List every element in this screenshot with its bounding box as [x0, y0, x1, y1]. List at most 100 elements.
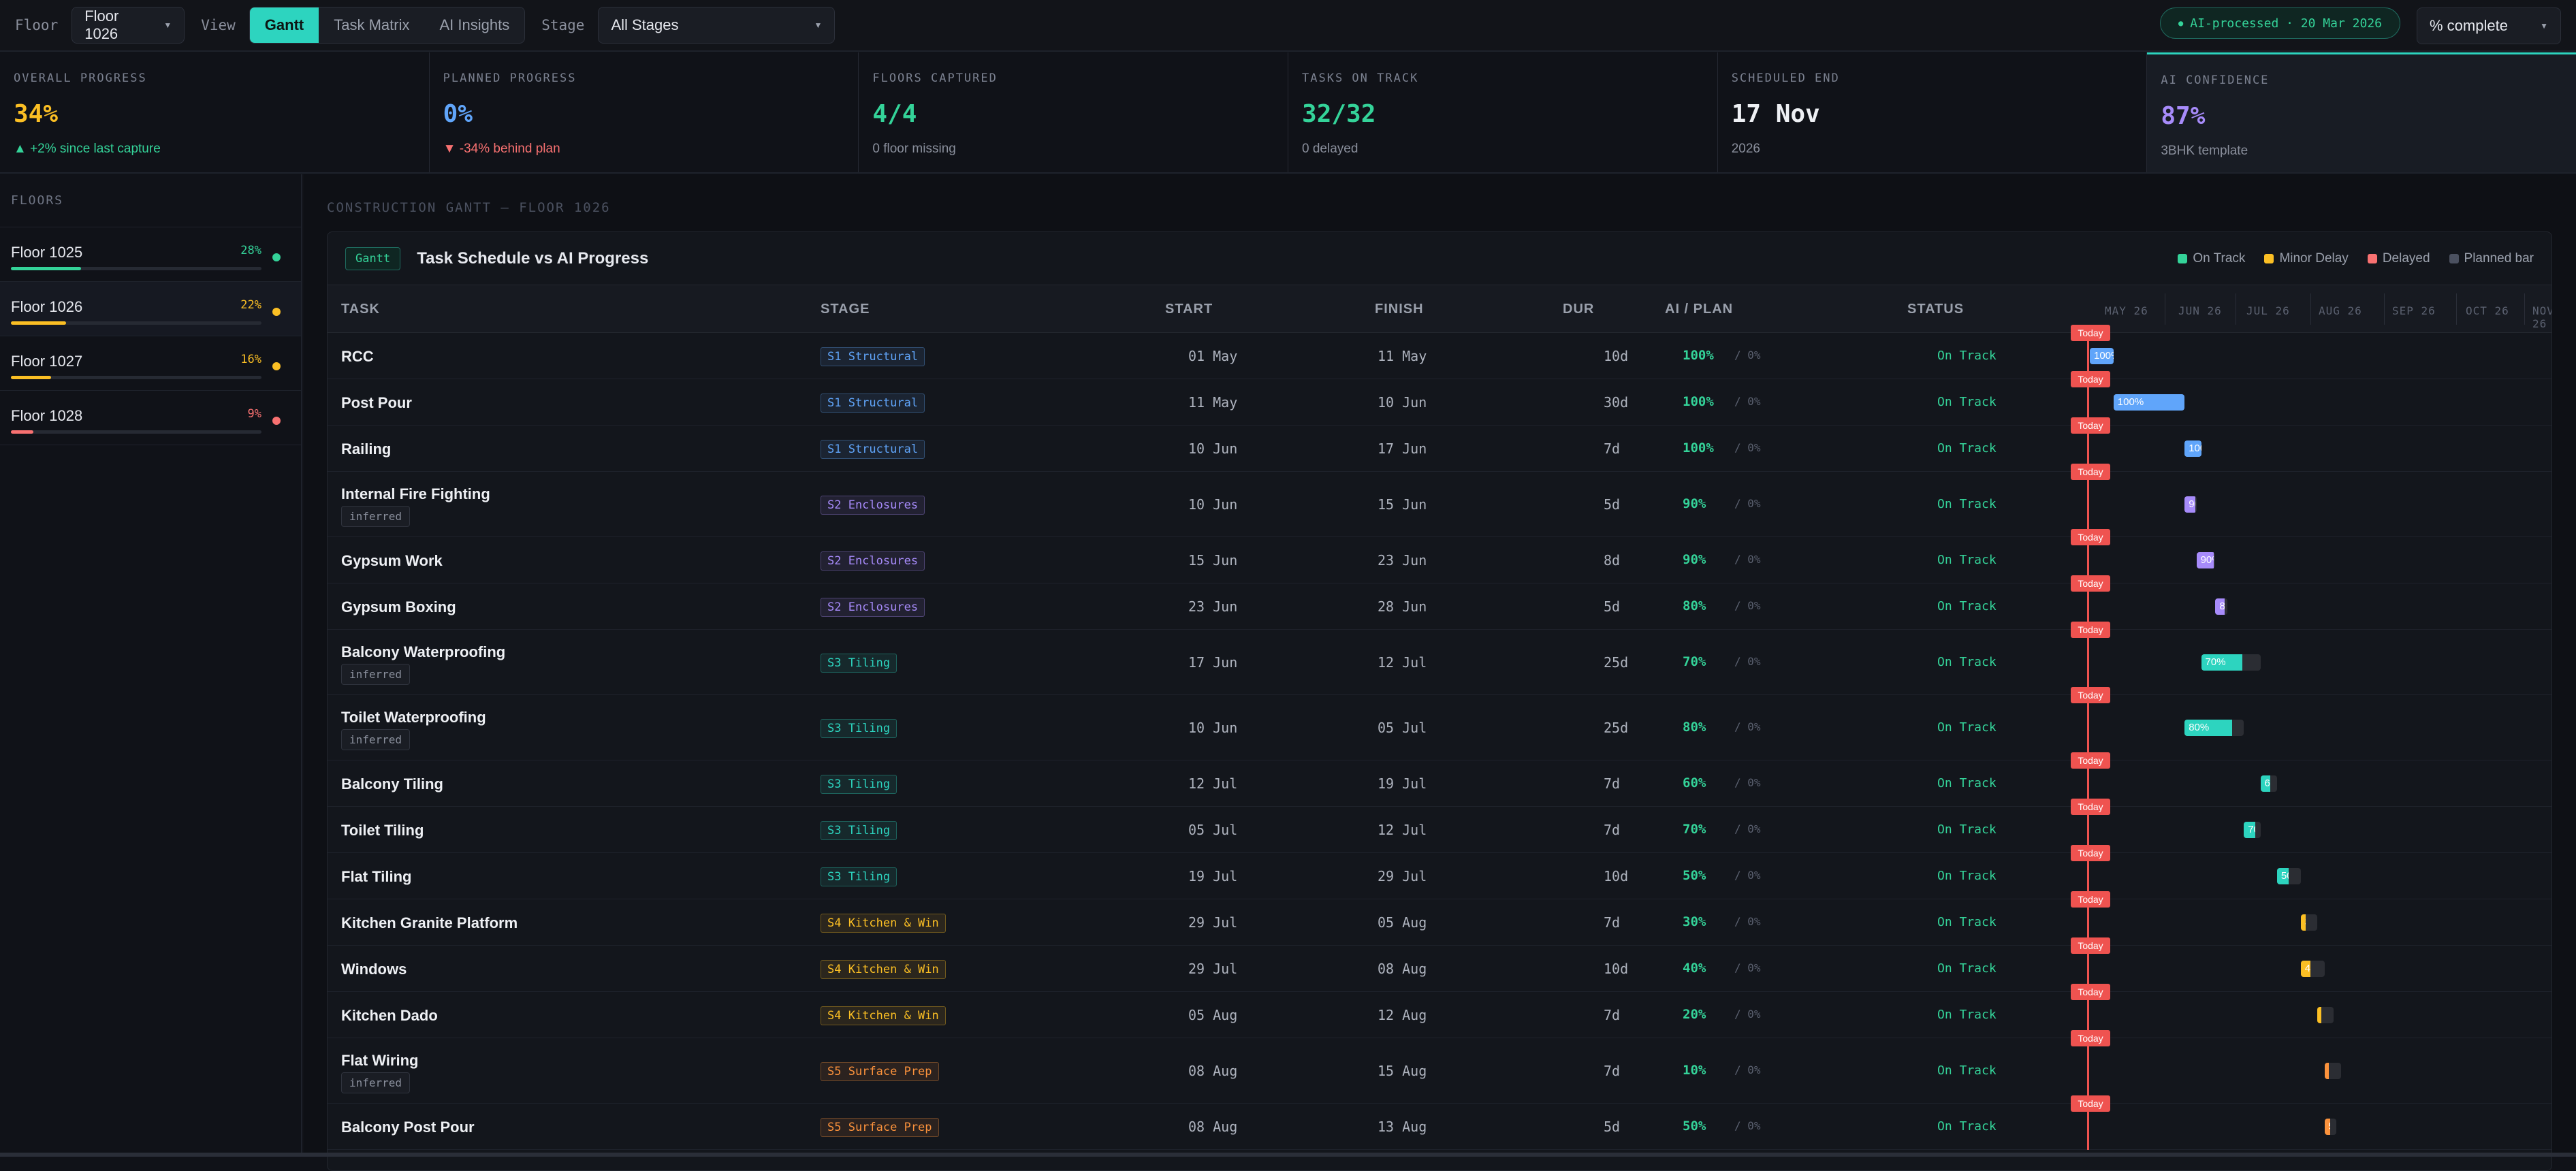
kpi-value: 17 Nov	[1732, 100, 2133, 128]
tab-ai-insights[interactable]: AI Insights	[425, 7, 525, 43]
stage-badge: S2 Enclosures	[821, 551, 925, 571]
task-name: Balcony Waterproofing	[341, 643, 505, 661]
gantt-bar[interactable]: 80%	[2215, 598, 2227, 615]
col-start[interactable]: START	[1165, 302, 1213, 317]
timeline-month-label: AUG 26	[2319, 304, 2362, 317]
table-row[interactable]: Post PourS1 Structural11 May10 Jun30d100…	[328, 379, 2551, 426]
sidebar-item-floor[interactable]: Floor 10289%	[0, 391, 301, 445]
sidebar-item-floor[interactable]: Floor 102622%	[0, 282, 301, 336]
table-row[interactable]: Balcony TilingS3 Tiling12 Jul19 Jul7d60%…	[328, 760, 2551, 807]
gantt-bar[interactable]: 30%	[2301, 914, 2317, 931]
table-row[interactable]: Gypsum BoxingS2 Enclosures23 Jun28 Jun5d…	[328, 583, 2551, 630]
col-ai-plan[interactable]: AI / PLAN	[1665, 302, 1733, 317]
gantt-bar[interactable]: 100%	[2114, 394, 2184, 411]
task-name: Kitchen Dado	[341, 1007, 438, 1025]
planned-progress: / 0%	[1734, 869, 1761, 882]
stage-badge: S5 Surface Prep	[821, 1062, 939, 1081]
floor-percent: 28%	[240, 244, 261, 257]
gantt-bar-fill: 90%	[2197, 552, 2214, 568]
table-row[interactable]: Toilet TilingS3 Tiling05 Jul12 Jul7d70%/…	[328, 807, 2551, 853]
planned-progress: / 0%	[1734, 915, 1761, 928]
table-row[interactable]: Flat TilingS3 Tiling19 Jul29 Jul10d50%/ …	[328, 853, 2551, 899]
gantt-bar[interactable]: 50%	[2325, 1119, 2336, 1135]
gantt-bar[interactable]: 90%	[2184, 496, 2196, 513]
gantt-bar[interactable]: 100%	[2090, 348, 2114, 364]
start-date: 11 May	[1188, 394, 1237, 411]
floor-progress-track	[11, 430, 261, 434]
table-row[interactable]: Kitchen Granite PlatformS4 Kitchen & Win…	[328, 899, 2551, 946]
gantt-bar[interactable]: 40%	[2301, 961, 2325, 977]
table-row[interactable]: Internal Fire FightinginferredS2 Enclosu…	[328, 472, 2551, 537]
col-task[interactable]: TASK	[341, 302, 380, 317]
ai-progress: 30%	[1683, 914, 1706, 929]
table-row[interactable]: Balcony WaterproofinginferredS3 Tiling17…	[328, 630, 2551, 695]
metric-select[interactable]: % complete ▼	[2417, 7, 2561, 44]
today-label: Today	[2071, 464, 2110, 480]
duration: 7d	[1604, 914, 1620, 931]
legend-swatch	[2449, 254, 2459, 263]
ai-progress: 70%	[1683, 654, 1706, 669]
col-dur[interactable]: DUR	[1563, 302, 1594, 317]
start-date: 08 Aug	[1188, 1119, 1237, 1135]
table-row[interactable]: RailingS1 Structural10 Jun17 Jun7d100%/ …	[328, 426, 2551, 472]
duration: 7d	[1604, 822, 1620, 838]
table-row[interactable]: Toilet WaterproofinginferredS3 Tiling10 …	[328, 695, 2551, 760]
gantt-bar[interactable]: 70%	[2201, 654, 2261, 671]
card-title: Task Schedule vs AI Progress	[417, 249, 648, 268]
stage-select[interactable]: All Stages ▼	[598, 7, 835, 44]
floor-label: Floor	[15, 17, 58, 33]
table-row[interactable]: Flat WiringinferredS5 Surface Prep08 Aug…	[328, 1038, 2551, 1104]
table-row[interactable]: WindowsS4 Kitchen & Win29 Jul08 Aug10d40…	[328, 946, 2551, 992]
start-date: 08 Aug	[1188, 1063, 1237, 1079]
planned-progress: / 0%	[1734, 441, 1761, 454]
gantt-bar[interactable]: 20%	[2317, 1007, 2334, 1023]
kpi-title: OVERALL PROGRESS	[14, 71, 415, 85]
gantt-bar[interactable]: 100%	[2184, 440, 2201, 457]
finish-date: 29 Jul	[1378, 868, 1427, 884]
today-label: Today	[2071, 529, 2110, 545]
today-label: Today	[2071, 325, 2110, 341]
task-name: Flat Tiling	[341, 868, 411, 886]
kpi-card: OVERALL PROGRESS34%▲ +2% since last capt…	[0, 52, 430, 172]
stage-badge: S4 Kitchen & Win	[821, 960, 946, 979]
col-stage[interactable]: STAGE	[821, 302, 870, 317]
start-date: 19 Jul	[1188, 868, 1237, 884]
col-status[interactable]: STATUS	[1907, 302, 1964, 317]
ai-progress: 80%	[1683, 720, 1706, 735]
status-label: On Track	[1937, 497, 1997, 511]
sidebar-item-floor[interactable]: Floor 102716%	[0, 336, 301, 391]
today-label: Today	[2071, 799, 2110, 815]
status-label: On Track	[1937, 441, 1997, 455]
sidebar-item-floor[interactable]: Floor 102528%	[0, 227, 301, 282]
ai-progress: 40%	[1683, 961, 1706, 976]
table-row[interactable]: Balcony Post PourS5 Surface Prep08 Aug13…	[328, 1104, 2551, 1150]
gantt-bar[interactable]: 80%	[2184, 720, 2244, 736]
col-finish[interactable]: FINISH	[1375, 302, 1424, 317]
gantt-bar[interactable]: 50%	[2277, 868, 2301, 884]
status-label: On Track	[1937, 776, 1997, 790]
duration: 30d	[1604, 394, 1628, 411]
start-date: 12 Jul	[1188, 775, 1237, 792]
horizontal-scrollbar[interactable]	[0, 1153, 2576, 1157]
kpi-title: AI CONFIDENCE	[2161, 74, 2562, 87]
tab-gantt[interactable]: Gantt	[250, 7, 319, 43]
gantt-bar[interactable]: 70%	[2244, 822, 2260, 838]
gantt-bar[interactable]: 10%	[2325, 1063, 2341, 1079]
gantt-bar[interactable]: 60%	[2261, 775, 2277, 792]
table-row[interactable]: Kitchen DadoS4 Kitchen & Win05 Aug12 Aug…	[328, 992, 2551, 1038]
tab-task-matrix[interactable]: Task Matrix	[319, 7, 424, 43]
gantt-bar[interactable]: 90%	[2197, 552, 2216, 568]
start-date: 10 Jun	[1188, 496, 1237, 513]
ai-progress: 90%	[1683, 496, 1706, 511]
start-date: 10 Jun	[1188, 720, 1237, 736]
status-label: On Track	[1937, 869, 1997, 883]
chevron-down-icon: ▼	[2540, 21, 2548, 31]
table-row[interactable]: Gypsum WorkS2 Enclosures15 Jun23 Jun8d90…	[328, 537, 2551, 583]
floor-select-value: Floor 1026	[84, 7, 154, 43]
floor-select[interactable]: Floor 1026 ▼	[71, 7, 185, 44]
today-line	[2087, 630, 2089, 695]
table-row[interactable]: RCCS1 Structural01 May11 May10d100%/ 0%O…	[328, 333, 2551, 379]
planned-progress: / 0%	[1734, 720, 1761, 733]
task-name: Balcony Post Pour	[341, 1119, 475, 1136]
stage-badge: S3 Tiling	[821, 775, 897, 794]
